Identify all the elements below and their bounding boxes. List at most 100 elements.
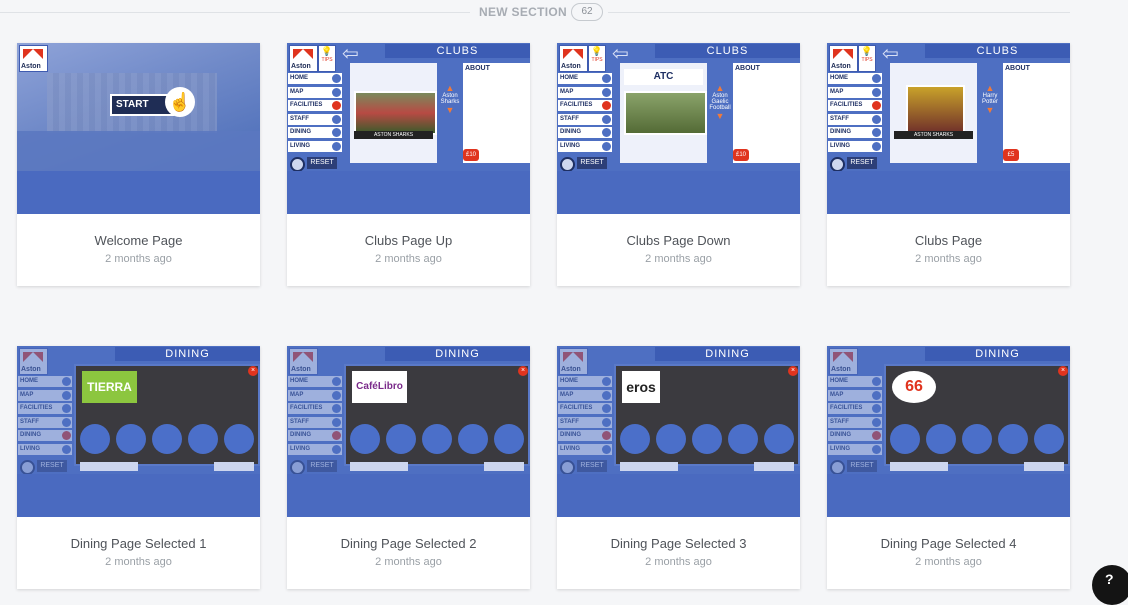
gear-icon bbox=[290, 460, 305, 475]
kiosk-menu: HOME MAP FACILITIES STAFF DINING LIVING bbox=[558, 73, 612, 154]
card-title[interactable]: Dining Page Selected 4 bbox=[827, 536, 1070, 551]
menu-item-facilities: FACILITIES bbox=[288, 403, 342, 414]
card-date: 2 months ago bbox=[375, 253, 442, 265]
card-date: 2 months ago bbox=[915, 253, 982, 265]
menu-item-staff: STAFF bbox=[558, 416, 612, 428]
card-date: 2 months ago bbox=[105, 556, 172, 568]
photo-caption: ASTON SHARKS bbox=[894, 131, 973, 139]
menu-item-living: LIVING bbox=[288, 140, 342, 152]
menu-item-home: HOME bbox=[558, 376, 612, 387]
menu-item-dining: DINING bbox=[558, 430, 612, 441]
screen-thumbnail[interactable]: Aston HOME MAP FACILITIES STAFF DINING L… bbox=[827, 346, 1070, 517]
review-bubbles bbox=[890, 424, 1064, 456]
menu-item-facilities: FACILITIES bbox=[18, 403, 72, 414]
dining-tabs bbox=[74, 462, 256, 472]
crest-image bbox=[906, 85, 965, 137]
screen-card-clubs-up[interactable]: Aston 💡 TIPS ⇦ CLUBS HOME MAP FACILITIES … bbox=[287, 43, 530, 286]
screen-thumbnail[interactable]: Aston START ☝ bbox=[17, 43, 260, 214]
card-date: 2 months ago bbox=[915, 556, 982, 568]
page-banner: DINING bbox=[655, 347, 800, 361]
reset-button: RESET bbox=[307, 157, 337, 169]
back-arrow-icon: ⇦ bbox=[342, 43, 359, 65]
screen-thumbnail[interactable]: Aston 💡 TIPS ⇦ CLUBS HOME MAP FACILITIES … bbox=[557, 43, 800, 214]
card-title[interactable]: Clubs Page Up bbox=[287, 233, 530, 248]
thumb-footer-band bbox=[17, 171, 260, 214]
menu-item-dining: DINING bbox=[828, 430, 882, 441]
water-image bbox=[17, 131, 260, 171]
kiosk-menu: HOME MAP FACILITIES STAFF DINING LIVING bbox=[288, 73, 342, 154]
back-arrow-icon: ⇦ bbox=[882, 43, 899, 65]
menu-item-living: LIVING bbox=[288, 443, 342, 455]
menu-item-facilities: FACILITIES bbox=[828, 403, 882, 414]
menu-item-map: MAP bbox=[558, 389, 612, 401]
reset-button: RESET bbox=[37, 460, 67, 472]
page-banner: CLUBS bbox=[925, 44, 1070, 58]
screen-card-dining-3[interactable]: Aston HOME MAP FACILITIES STAFF DINING L… bbox=[557, 346, 800, 589]
screen-card-clubs-down[interactable]: Aston 💡 TIPS ⇦ CLUBS HOME MAP FACILITIES … bbox=[557, 43, 800, 286]
kiosk-screen: Aston 💡 TIPS ⇦ CLUBS HOME MAP FACILITIES … bbox=[287, 43, 530, 172]
menu-item-map: MAP bbox=[558, 86, 612, 98]
dining-tabs bbox=[884, 462, 1066, 472]
aston-logo: Aston bbox=[559, 348, 588, 375]
price-badge: £10 bbox=[733, 149, 749, 161]
screen-thumbnail[interactable]: Aston HOME MAP FACILITIES STAFF DINING L… bbox=[557, 346, 800, 517]
page-banner: CLUBS bbox=[385, 44, 530, 58]
club-scroller: ▲ Aston Sharks ▼ bbox=[440, 83, 460, 115]
screen-card-dining-1[interactable]: Aston HOME MAP FACILITIES STAFF DINING L… bbox=[17, 346, 260, 589]
aston-logo: Aston bbox=[829, 348, 858, 375]
review-bubbles bbox=[620, 424, 794, 456]
aston-logo: Aston bbox=[559, 45, 588, 72]
card-title[interactable]: Clubs Page bbox=[827, 233, 1070, 248]
screen-thumbnail[interactable]: Aston HOME MAP FACILITIES STAFF DINING L… bbox=[287, 346, 530, 517]
screen-thumbnail[interactable]: Aston 💡 TIPS ⇦ CLUBS HOME MAP FACILITIES … bbox=[827, 43, 1070, 214]
club-logo-text: ATC bbox=[624, 69, 703, 85]
help-chat-button[interactable]: ? bbox=[1092, 565, 1128, 605]
restaurant-logo: eros bbox=[622, 371, 660, 403]
menu-item-home: HOME bbox=[828, 376, 882, 387]
screen-thumbnail[interactable]: Aston HOME MAP FACILITIES STAFF DINING L… bbox=[17, 346, 260, 517]
dining-popup: eros × bbox=[614, 364, 800, 466]
menu-item-staff: STAFF bbox=[288, 113, 342, 125]
reset-button: RESET bbox=[577, 460, 607, 472]
club-photo: ASTON SHARKS bbox=[890, 63, 977, 163]
screen-card-dining-4[interactable]: Aston HOME MAP FACILITIES STAFF DINING L… bbox=[827, 346, 1070, 589]
card-date: 2 months ago bbox=[645, 556, 712, 568]
screen-card-clubs[interactable]: Aston 💡 TIPS ⇦ CLUBS HOME MAP FACILITIES … bbox=[827, 43, 1070, 286]
screen-card-dining-2[interactable]: Aston HOME MAP FACILITIES STAFF DINING L… bbox=[287, 346, 530, 589]
gear-icon bbox=[560, 157, 575, 172]
card-date: 2 months ago bbox=[645, 253, 712, 265]
pointer-hand-icon: ☝ bbox=[165, 87, 195, 117]
club-photo: ASTON SHARKS bbox=[350, 63, 437, 163]
back-arrow-icon: ⇦ bbox=[612, 43, 629, 65]
divider-left bbox=[0, 12, 470, 13]
club-scroller: ▲ Harry Potter ▼ bbox=[981, 83, 998, 115]
kiosk-screen: Aston HOME MAP FACILITIES STAFF DINING L… bbox=[17, 346, 260, 475]
menu-item-facilities: FACILITIES bbox=[558, 403, 612, 414]
card-title[interactable]: Dining Page Selected 3 bbox=[557, 536, 800, 551]
thumb-footer-band bbox=[287, 171, 530, 214]
menu-item-dining: DINING bbox=[558, 127, 612, 138]
screen-card-welcome[interactable]: Aston START ☝ Welcome Page 2 months ago bbox=[17, 43, 260, 286]
menu-item-facilities: FACILITIES bbox=[558, 100, 612, 111]
reset-button: RESET bbox=[307, 460, 337, 472]
thumb-footer-band bbox=[557, 171, 800, 214]
photo-caption: ASTON SHARKS bbox=[354, 131, 433, 139]
menu-item-living: LIVING bbox=[558, 140, 612, 152]
kiosk-menu: HOME MAP FACILITIES STAFF DINING LIVING bbox=[288, 376, 342, 457]
card-title[interactable]: Dining Page Selected 2 bbox=[287, 536, 530, 551]
team-photo bbox=[354, 91, 437, 135]
kiosk-screen: Aston 💡 TIPS ⇦ CLUBS HOME MAP FACILITIES … bbox=[557, 43, 800, 172]
menu-item-staff: STAFF bbox=[18, 416, 72, 428]
section-header: NEW SECTION 62 bbox=[0, 0, 1128, 24]
card-title[interactable]: Clubs Page Down bbox=[557, 233, 800, 248]
gear-icon bbox=[830, 157, 845, 172]
card-title[interactable]: Dining Page Selected 1 bbox=[17, 536, 260, 551]
restaurant-logo: TIERRA bbox=[82, 371, 137, 403]
menu-item-map: MAP bbox=[828, 86, 882, 98]
card-title[interactable]: Welcome Page bbox=[17, 233, 260, 248]
price-badge: £10 bbox=[463, 149, 479, 161]
aston-logo: Aston bbox=[19, 348, 48, 375]
dining-tabs bbox=[344, 462, 526, 472]
kiosk-screen: Aston HOME MAP FACILITIES STAFF DINING L… bbox=[287, 346, 530, 475]
screen-thumbnail[interactable]: Aston 💡 TIPS ⇦ CLUBS HOME MAP FACILITIES … bbox=[287, 43, 530, 214]
